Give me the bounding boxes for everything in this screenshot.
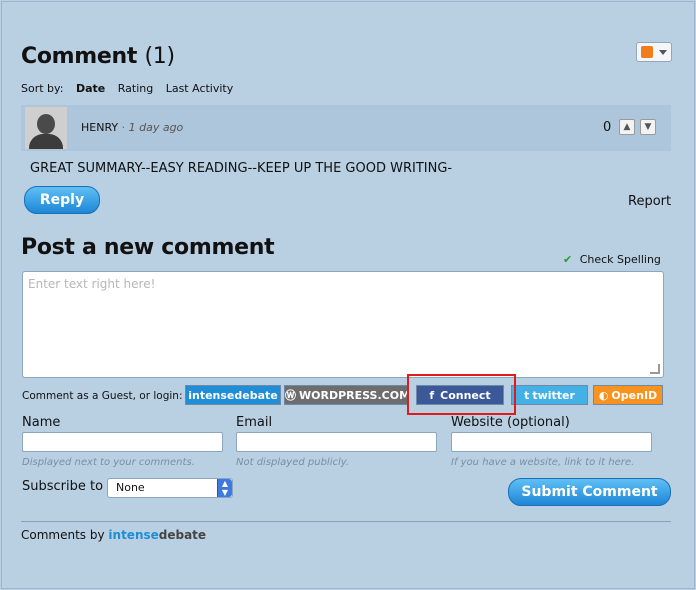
spellcheck-icon: ✔: [563, 253, 573, 266]
post-comment-title: Post a new comment: [21, 235, 275, 260]
login-label: Comment as a Guest, or login:: [22, 390, 183, 402]
sort-option-date[interactable]: Date: [76, 82, 105, 95]
subscribe-label: Subscribe to: [22, 479, 104, 494]
comment-header: HENRY · 1 day ago 0 ▲ ▼: [21, 105, 671, 151]
resize-grip-icon[interactable]: [650, 364, 660, 374]
comments-title-text: Comment: [21, 44, 138, 69]
wordpress-login-label: WORDPRESS.COM: [299, 389, 411, 402]
comment-textarea[interactable]: Enter text right here!: [22, 271, 664, 378]
openid-login-label: OpenID: [611, 389, 658, 402]
comments-title: Comment (1): [21, 44, 175, 69]
thumbs-down-icon[interactable]: ▼: [640, 119, 656, 135]
twitter-login-label: twitter: [532, 389, 575, 402]
comment-score: 0: [603, 120, 612, 135]
intensedebate-login-label: intensedebate: [188, 389, 278, 402]
submit-comment-button[interactable]: Submit Comment: [508, 478, 671, 506]
highlight-box: [407, 374, 516, 415]
twitter-login-button[interactable]: t twitter: [511, 385, 588, 405]
rss-feed-menu[interactable]: [636, 42, 672, 62]
check-spelling-link[interactable]: ✔ Check Spelling: [563, 253, 661, 266]
openid-icon: ◐: [598, 389, 609, 402]
sort-bar: Sort by: Date Rating Last Activity: [21, 82, 242, 95]
footer-prefix: Comments by: [21, 528, 105, 542]
email-label: Email: [236, 415, 273, 430]
reply-button[interactable]: Reply: [24, 186, 100, 214]
twitter-icon: t: [524, 389, 530, 402]
email-hint: Not displayed publicly.: [236, 457, 350, 468]
meta-separator: ·: [121, 121, 126, 134]
chevron-down-icon: [659, 50, 667, 55]
subscribe-value: None: [116, 481, 145, 494]
comment-author[interactable]: HENRY: [81, 121, 118, 134]
thumbs-up-icon[interactable]: ▲: [619, 119, 635, 135]
intensedebate-login-button[interactable]: intensedebate: [185, 385, 281, 405]
subscribe-select[interactable]: None ▲ ▼: [107, 478, 233, 498]
name-label: Name: [22, 415, 61, 430]
sort-label: Sort by:: [21, 82, 64, 95]
wordpress-login-button[interactable]: Ⓦ WORDPRESS.COM: [284, 385, 411, 405]
select-arrows-icon: ▲ ▼: [217, 479, 232, 497]
comment-count: (1): [144, 44, 175, 69]
website-hint: If you have a website, link to it here.: [451, 457, 635, 468]
website-field[interactable]: [451, 432, 652, 452]
name-hint: Displayed next to your comments.: [22, 457, 195, 468]
wordpress-icon: Ⓦ: [285, 389, 296, 402]
footer-credit: Comments by intensedebate: [21, 528, 206, 542]
sort-option-rating[interactable]: Rating: [118, 82, 153, 95]
check-spelling-label: Check Spelling: [579, 253, 661, 266]
intensedebate-logo-a[interactable]: intense: [108, 528, 158, 542]
intensedebate-logo-b[interactable]: debate: [159, 528, 206, 542]
comment-text: GREAT SUMMARY--EASY READING--KEEP UP THE…: [30, 161, 453, 176]
avatar-body: [29, 134, 63, 149]
footer-divider: [21, 521, 671, 522]
rss-feed-icon: [641, 46, 653, 58]
openid-login-button[interactable]: ◐ OpenID: [593, 385, 663, 405]
comment-time[interactable]: 1 day ago: [129, 121, 184, 134]
comment-meta: HENRY · 1 day ago: [81, 121, 183, 134]
avatar-head: [37, 114, 55, 134]
email-field[interactable]: [236, 432, 437, 452]
avatar[interactable]: [25, 107, 67, 149]
textarea-placeholder: Enter text right here!: [28, 277, 156, 291]
report-link[interactable]: Report: [628, 194, 671, 209]
website-label: Website (optional): [451, 415, 570, 430]
sort-option-last-activity[interactable]: Last Activity: [166, 82, 234, 95]
name-field[interactable]: [22, 432, 223, 452]
